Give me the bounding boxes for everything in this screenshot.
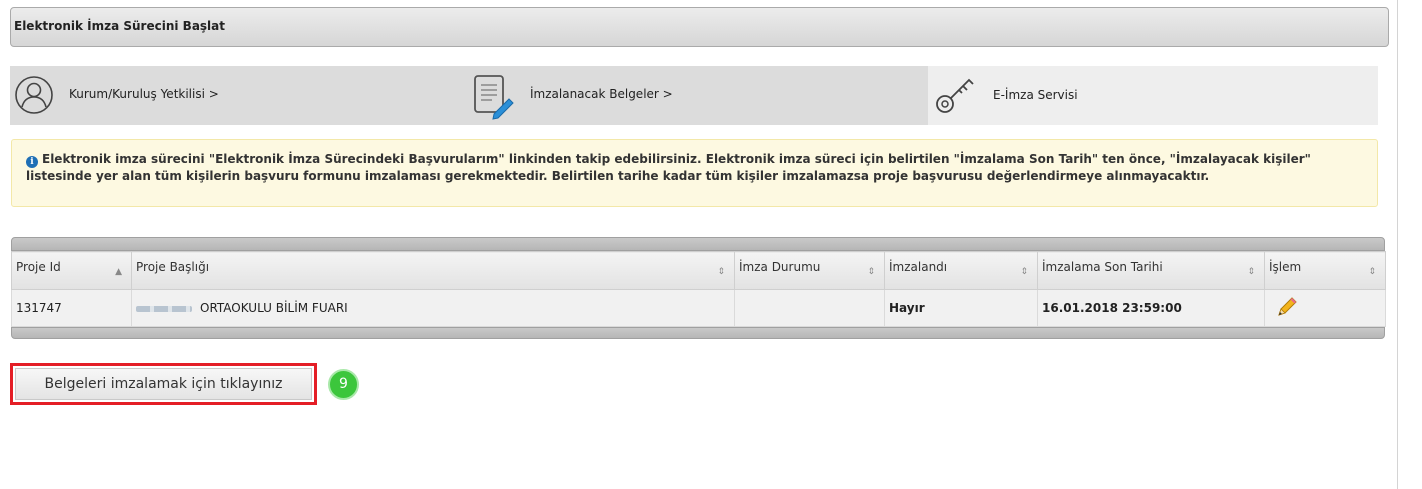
pencil-icon[interactable]	[1275, 295, 1299, 322]
step-number-badge: 9	[328, 369, 359, 400]
step-documents[interactable]: İmzalanacak Belgeler >	[466, 66, 928, 125]
sort-icon: ⇕	[1020, 267, 1028, 277]
sort-asc-icon: ▲	[115, 267, 122, 277]
table-header-row: Proje Id ▲ Proje Başlığı ⇕ İmza Durumu ⇕ İm…	[11, 251, 1386, 290]
column-header-signed[interactable]: İmzalandı ⇕	[884, 251, 1038, 290]
step-label: Kurum/Kuruluş Yetkilisi >	[69, 87, 219, 101]
grid-footer-bar	[11, 327, 1385, 339]
cell-project-id: 131747	[11, 289, 132, 327]
step-authorized-person[interactable]: Kurum/Kuruluş Yetkilisi >	[10, 66, 466, 125]
sort-icon: ⇕	[1247, 267, 1255, 277]
column-header-deadline[interactable]: İmzalama Son Tarihi ⇕	[1037, 251, 1265, 290]
cell-project-title: ORTAOKULU BİLİM FUARI	[131, 289, 735, 327]
column-header-project-id[interactable]: Proje Id ▲	[11, 251, 132, 290]
column-header-signature-status[interactable]: İmza Durumu ⇕	[734, 251, 885, 290]
cell-signed: Hayır	[884, 289, 1038, 327]
key-icon	[933, 74, 979, 122]
document-edit-icon	[472, 74, 516, 124]
step-label: İmzalanacak Belgeler >	[530, 87, 673, 101]
cell-signature-status	[734, 289, 885, 327]
sign-documents-button[interactable]: Belgeleri imzalamak için tıklayınız	[15, 368, 312, 400]
sort-icon: ⇕	[1368, 267, 1376, 277]
panel-title: Elektronik İmza Sürecini Başlat	[10, 7, 1389, 47]
cell-action	[1264, 289, 1386, 327]
grid-caption-bar	[11, 237, 1385, 251]
table-row[interactable]: 131747 ORTAOKULU BİLİM FUARI Hayır 16.01…	[11, 289, 1386, 327]
info-text: Elektronik imza sürecini "Elektronik İmz…	[26, 152, 1311, 183]
sort-icon: ⇕	[717, 267, 725, 277]
sort-icon: ⇕	[867, 267, 875, 277]
step-esignature-service[interactable]: E-İmza Servisi	[928, 66, 1378, 125]
info-icon: i	[26, 156, 38, 168]
cell-deadline: 16.01.2018 23:59:00	[1037, 289, 1265, 327]
column-header-action[interactable]: İşlem ⇕	[1264, 251, 1386, 290]
user-icon	[13, 74, 55, 120]
redacted-text	[136, 305, 192, 312]
wizard-steps: Kurum/Kuruluş Yetkilisi > İmzalanacak Be…	[10, 66, 1378, 125]
info-message: i Elektronik imza sürecini "Elektronik İm…	[11, 139, 1378, 207]
highlight-frame: Belgeleri imzalamak için tıklayınız	[10, 363, 317, 405]
project-table: Proje Id ▲ Proje Başlığı ⇕ İmza Durumu ⇕ İm…	[11, 251, 1386, 327]
project-grid: Proje Id ▲ Proje Başlığı ⇕ İmza Durumu ⇕ İm…	[11, 237, 1386, 339]
column-header-project-title[interactable]: Proje Başlığı ⇕	[131, 251, 735, 290]
step-label: E-İmza Servisi	[993, 88, 1078, 102]
